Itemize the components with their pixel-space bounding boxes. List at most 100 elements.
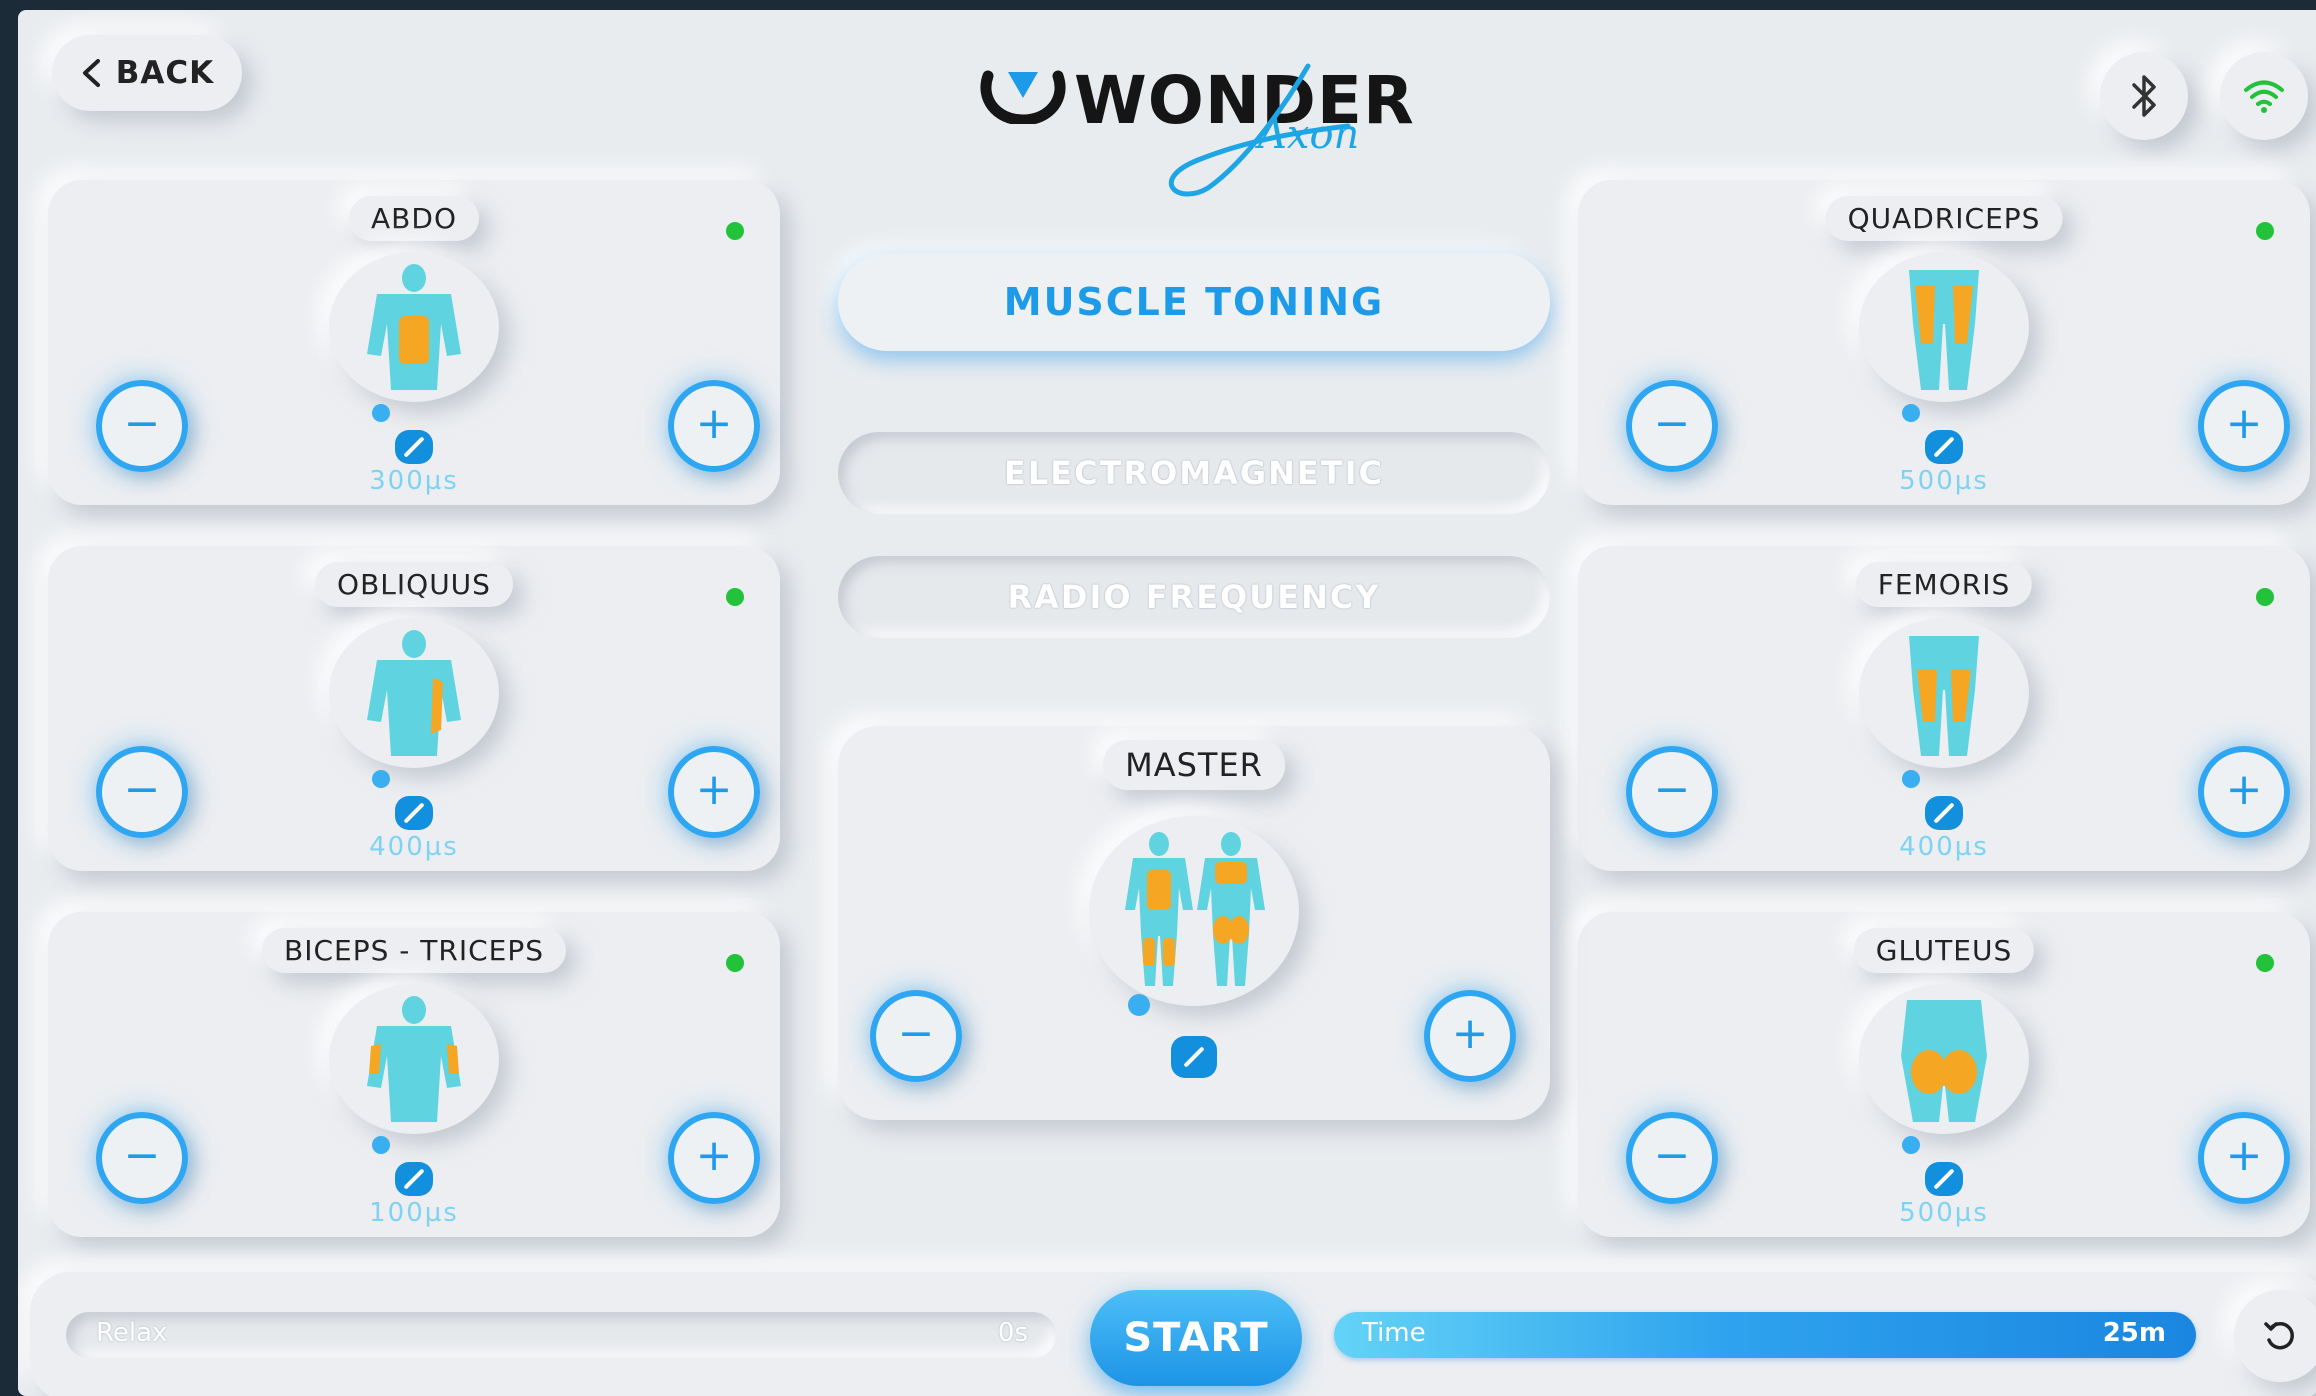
mode-icon[interactable] — [1925, 1162, 1963, 1196]
decrease-button[interactable]: − — [96, 746, 188, 838]
minus-icon: − — [897, 1008, 935, 1059]
mode-icon[interactable] — [395, 796, 433, 830]
mode-icon[interactable] — [1171, 1036, 1217, 1078]
pulse-width-value: 500µs — [1899, 1198, 1989, 1228]
decrease-button[interactable]: − — [96, 1112, 188, 1204]
reset-button[interactable] — [2234, 1290, 2316, 1382]
minus-icon: − — [1653, 764, 1691, 815]
intensity-indicator — [372, 770, 390, 788]
status-dot — [726, 588, 744, 606]
plus-icon: + — [2225, 1130, 2263, 1181]
minus-icon: − — [1653, 398, 1691, 449]
decrease-button[interactable]: − — [96, 380, 188, 472]
mode-electromagnetic-button[interactable]: ELECTROMAGNETIC — [838, 432, 1550, 514]
time-value: 25m — [2102, 1318, 2166, 1348]
card-label: ABDO — [349, 196, 479, 241]
relax-value: 0s — [997, 1318, 1028, 1348]
increase-button[interactable]: + — [2198, 746, 2290, 838]
muscle-card-femoris: FEMORIS 400µs − + — [1578, 546, 2310, 871]
pulse-width-value: 100µs — [369, 1198, 459, 1228]
pulse-width-value: 400µs — [1899, 832, 1989, 862]
master-figure[interactable] — [1089, 816, 1299, 1006]
muscle-card-quadriceps: QUADRICEPS 500µs − + — [1578, 180, 2310, 505]
status-dot — [2256, 222, 2274, 240]
legs-back-icon — [1909, 636, 1979, 756]
card-label: BICEPS - TRICEPS — [262, 928, 566, 973]
time-slider[interactable]: Time 25m — [1334, 1312, 2196, 1358]
gluteus-figure[interactable] — [1859, 984, 2029, 1134]
pulse-width-value: 500µs — [1899, 466, 1989, 496]
intensity-indicator — [372, 1136, 390, 1154]
muscle-card-abdo: ABDO 300µs − + — [48, 180, 780, 505]
minus-icon: − — [1653, 1130, 1691, 1181]
status-dot — [2256, 588, 2274, 606]
femoris-figure[interactable] — [1859, 618, 2029, 768]
status-dot — [726, 954, 744, 972]
full-body-icon — [1125, 832, 1265, 986]
card-label: FEMORIS — [1855, 562, 2033, 607]
increase-button[interactable]: + — [668, 1112, 760, 1204]
back-button[interactable]: BACK — [52, 35, 242, 111]
time-label: Time — [1362, 1318, 1426, 1348]
plus-icon: + — [695, 764, 733, 815]
torso-side-icon — [367, 630, 461, 756]
relax-label: Relax — [96, 1318, 168, 1348]
increase-button[interactable]: + — [2198, 380, 2290, 472]
decrease-button[interactable]: − — [1626, 1112, 1718, 1204]
muscle-card-gluteus: GLUTEUS 500µs − + — [1578, 912, 2310, 1237]
legs-front-icon — [1909, 270, 1979, 390]
card-label: QUADRICEPS — [1825, 196, 2063, 241]
wifi-button[interactable] — [2220, 52, 2308, 140]
torso-front-icon — [367, 264, 461, 390]
mode-radio-frequency-button[interactable]: RADIO FREQUENCY — [838, 556, 1550, 638]
wonder-axon-logo: WONDER Axon — [978, 60, 1414, 200]
muscle-card-obliquus: OBLIQUUS 400µs − + — [48, 546, 780, 871]
master-label: MASTER — [1103, 740, 1285, 790]
bluetooth-button[interactable] — [2100, 52, 2188, 140]
intensity-indicator — [1902, 404, 1920, 422]
increase-button[interactable]: + — [668, 380, 760, 472]
mode-muscle-toning-button[interactable]: MUSCLE TONING — [838, 253, 1550, 351]
decrease-button[interactable]: − — [1626, 746, 1718, 838]
intensity-indicator — [372, 404, 390, 422]
minus-icon: − — [123, 1130, 161, 1181]
mode-icon[interactable] — [1925, 430, 1963, 464]
master-decrease-button[interactable]: − — [870, 990, 962, 1082]
plus-icon: + — [2225, 398, 2263, 449]
minus-icon: − — [123, 764, 161, 815]
intensity-indicator — [1128, 994, 1150, 1016]
mode-icon[interactable] — [395, 430, 433, 464]
pulse-width-value: 400µs — [369, 832, 459, 862]
minus-icon: − — [123, 398, 161, 449]
bluetooth-icon — [2132, 75, 2156, 117]
increase-button[interactable]: + — [2198, 1112, 2290, 1204]
abdo-figure[interactable] — [329, 252, 499, 402]
relax-slider[interactable]: Relax 0s — [66, 1312, 1056, 1358]
plus-icon: + — [1451, 1008, 1489, 1059]
start-button[interactable]: START — [1090, 1290, 1302, 1386]
increase-button[interactable]: + — [668, 746, 760, 838]
logo-script-text: Axon — [1254, 112, 1359, 158]
wifi-icon — [2244, 80, 2284, 113]
status-dot — [726, 222, 744, 240]
logo-mark-icon — [980, 70, 1066, 124]
master-increase-button[interactable]: + — [1424, 990, 1516, 1082]
intensity-indicator — [1902, 1136, 1920, 1154]
gluteus-icon — [1901, 1000, 1987, 1122]
quadriceps-figure[interactable] — [1859, 252, 2029, 402]
status-dot — [2256, 954, 2274, 972]
mode-icon[interactable] — [395, 1162, 433, 1196]
muscle-card-biceps-triceps: BICEPS - TRICEPS 100µs − + — [48, 912, 780, 1237]
obliquus-figure[interactable] — [329, 618, 499, 768]
decrease-button[interactable]: − — [1626, 380, 1718, 472]
card-label: GLUTEUS — [1853, 928, 2035, 973]
pulse-width-value: 300µs — [369, 466, 459, 496]
master-card: MASTER − + — [838, 726, 1550, 1120]
plus-icon: + — [695, 398, 733, 449]
mode-icon[interactable] — [1925, 796, 1963, 830]
biceps-figure[interactable] — [329, 984, 499, 1134]
reset-icon — [2264, 1321, 2294, 1350]
card-label: OBLIQUUS — [315, 562, 513, 607]
plus-icon: + — [2225, 764, 2263, 815]
logo-script: Axon — [1168, 63, 1359, 197]
